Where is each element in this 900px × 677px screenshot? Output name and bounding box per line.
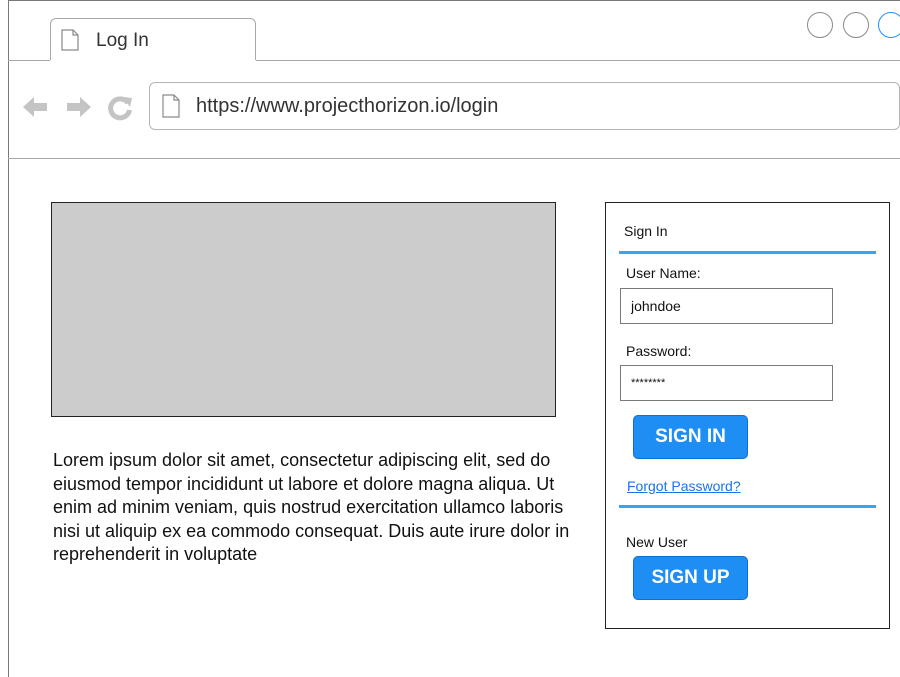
page-icon xyxy=(162,94,180,118)
window-control-circle-icon[interactable] xyxy=(878,12,900,38)
username-field[interactable] xyxy=(620,288,833,324)
reload-icon[interactable] xyxy=(107,95,133,121)
username-label: User Name: xyxy=(626,265,701,281)
forgot-password-link[interactable]: Forgot Password? xyxy=(627,478,741,494)
page-icon xyxy=(61,29,79,51)
signin-title: Sign In xyxy=(624,223,668,239)
sign-up-button[interactable]: SIGN UP xyxy=(633,556,748,600)
window-border-left xyxy=(8,0,9,677)
body-paragraph: Lorem ipsum dolor sit amet, consectetur … xyxy=(53,450,570,564)
password-label: Password: xyxy=(626,343,692,359)
new-user-label: New User xyxy=(626,534,688,550)
signin-panel: Sign In User Name: Password: SIGN IN For… xyxy=(605,202,890,629)
tab-strip-line xyxy=(256,60,900,61)
toolbar-divider xyxy=(8,158,900,159)
browser-tab[interactable]: Log In xyxy=(50,18,256,60)
section-divider xyxy=(619,505,876,508)
image-placeholder xyxy=(51,202,556,417)
forward-arrow-icon[interactable] xyxy=(66,94,92,120)
sign-in-button[interactable]: SIGN IN xyxy=(633,415,748,459)
browser-window: Log In https://www.projecthorizon.io/log… xyxy=(0,0,900,677)
back-arrow-icon[interactable] xyxy=(22,94,48,120)
window-border-top xyxy=(8,0,900,1)
tab-title: Log In xyxy=(96,30,149,51)
window-control-circle-icon[interactable] xyxy=(807,12,833,38)
address-bar[interactable]: https://www.projecthorizon.io/login xyxy=(149,82,900,130)
url-text[interactable]: https://www.projecthorizon.io/login xyxy=(196,95,498,118)
window-control-circle-icon[interactable] xyxy=(843,12,869,38)
tab-strip-line xyxy=(8,60,50,61)
section-divider xyxy=(619,251,876,254)
password-field[interactable] xyxy=(620,365,833,401)
